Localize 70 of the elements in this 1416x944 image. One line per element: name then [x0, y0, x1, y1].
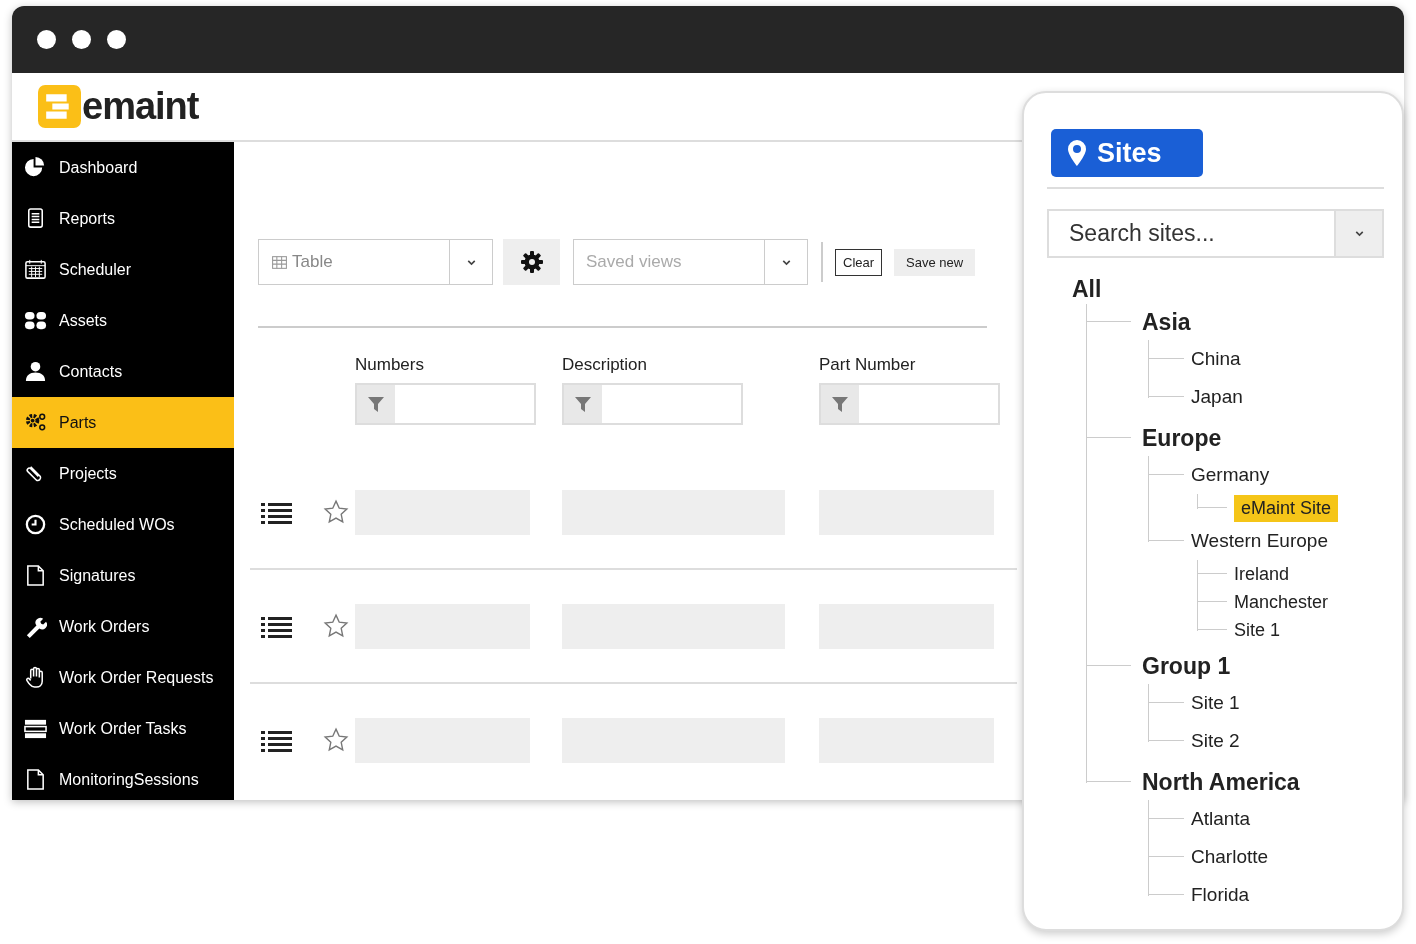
person-icon: [24, 360, 47, 383]
list-icon: [260, 500, 292, 524]
table-icon: [271, 253, 288, 271]
sidebar-item[interactable]: Reports: [12, 193, 234, 244]
sidebar-item[interactable]: Work Order Requests: [12, 652, 234, 703]
filter-field[interactable]: [819, 383, 1000, 425]
sidebar-item[interactable]: Dashboard: [12, 142, 234, 193]
tree-item[interactable]: Japan: [1191, 386, 1243, 408]
tree-line: [1197, 560, 1227, 631]
tree-item[interactable]: All: [1072, 275, 1102, 303]
window-dot[interactable]: [107, 30, 126, 49]
tree-line: [1148, 684, 1184, 742]
window-dot[interactable]: [72, 30, 91, 49]
search-field[interactable]: Search sites...: [1047, 209, 1334, 258]
sidebar-item[interactable]: Work Order Tasks: [12, 703, 234, 754]
filter-field[interactable]: [562, 383, 743, 425]
filter-field[interactable]: [355, 383, 536, 425]
tree-item[interactable]: Asia: [1142, 308, 1191, 336]
tree-item[interactable]: Manchester: [1234, 591, 1329, 613]
sidebar-item[interactable]: Contacts: [12, 346, 234, 397]
page-icon: [24, 564, 47, 587]
tree-line: [1197, 494, 1227, 509]
gear-icon: [519, 250, 544, 274]
sidebar-item[interactable]: Signatures: [12, 550, 234, 601]
tree-item[interactable]: Germany: [1191, 464, 1270, 486]
wrench-icon: [24, 615, 47, 638]
filter-icon: [830, 394, 850, 414]
pin-icon: [1067, 139, 1087, 167]
tree-item[interactable]: Florida: [1191, 884, 1250, 906]
column-header: Description: [562, 355, 649, 375]
toolbar-button[interactable]: Clear: [835, 248, 883, 276]
page-icon: [24, 768, 47, 791]
grid-icon: [24, 309, 47, 332]
tree-item[interactable]: Atlanta: [1191, 808, 1251, 830]
list-icon: [260, 728, 292, 752]
tree-item[interactable]: Western Europe: [1191, 530, 1328, 552]
filter-icon: [573, 394, 593, 414]
sidebar-item[interactable]: Assets: [12, 295, 234, 346]
window-dot[interactable]: [37, 30, 56, 49]
clock-icon: [24, 513, 47, 536]
tree-item[interactable]: eMaint Site: [1234, 494, 1339, 522]
tree-item[interactable]: Ireland: [1234, 563, 1290, 585]
toolbar-button[interactable]: Save new: [894, 248, 976, 276]
sites-button[interactable]: Sites: [1051, 129, 1203, 177]
sidebar-item[interactable]: MonitoringSessions: [12, 754, 234, 800]
tree-item[interactable]: China: [1191, 348, 1241, 370]
column-header: Numbers: [355, 355, 425, 375]
tree-item[interactable]: Charlotte: [1191, 846, 1269, 868]
logo-text: emaint: [82, 85, 199, 128]
logo-icon: [38, 85, 81, 128]
calendar-icon: [24, 258, 47, 281]
sidebar-item[interactable]: Work Orders: [12, 601, 234, 652]
sidebar-item[interactable]: Projects: [12, 448, 234, 499]
tasks-icon: [24, 717, 47, 740]
tree-line: [1148, 340, 1184, 398]
tree-item[interactable]: Europe: [1142, 424, 1222, 452]
view-select[interactable]: Table: [258, 239, 493, 285]
filter-icon: [366, 394, 386, 414]
column-header: Part Number: [819, 355, 917, 375]
settings-button[interactable]: [503, 239, 560, 285]
sidebar-item[interactable]: Scheduler: [12, 244, 234, 295]
pie-chart-icon: [24, 156, 47, 179]
tree-item[interactable]: Group 1: [1142, 652, 1231, 680]
sidebar-item[interactable]: Scheduled WOs: [12, 499, 234, 550]
list-icon: [260, 614, 292, 638]
tree-item[interactable]: Site 1: [1234, 619, 1281, 641]
sidebar-item[interactable]: Parts: [12, 397, 234, 448]
tree-item[interactable]: Site 1: [1191, 692, 1240, 714]
tree-item[interactable]: North America: [1142, 768, 1300, 796]
tree-item[interactable]: Site 2: [1191, 730, 1240, 752]
